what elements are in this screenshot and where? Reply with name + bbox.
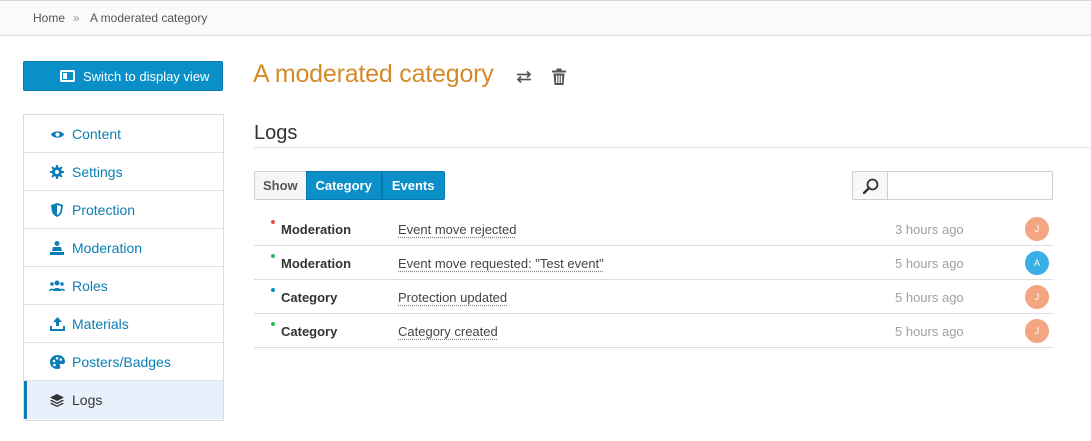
log-filter-bar: Show Category Events [254,171,445,200]
status-dot [271,322,275,326]
log-type: Moderation [281,256,352,271]
users-icon [49,279,65,293]
table-row[interactable]: Category Category created 5 hours ago J [254,314,1053,348]
sidebar-item-label: Roles [72,278,108,294]
log-type: Category [281,324,338,339]
breadcrumb-current: A moderated category [90,11,208,25]
section-divider [254,147,1091,148]
table-row[interactable]: Category Protection updated 5 hours ago … [254,280,1053,314]
moderator-icon [49,241,65,255]
sidebar-item-label: Settings [72,164,123,180]
shield-icon [49,203,65,217]
avatar[interactable]: J [1025,319,1049,343]
sidebar-item-label: Protection [72,202,136,218]
sidebar-item-roles[interactable]: Roles [24,267,223,305]
sidebar-item-content[interactable]: Content [24,115,223,153]
avatar[interactable]: J [1025,285,1049,309]
page-title: A moderated category [253,60,494,88]
gear-icon [49,165,65,179]
trash-icon[interactable] [550,68,568,86]
eye-icon [49,127,65,141]
status-dot [271,288,275,292]
breadcrumb: Home » A moderated category [0,1,1091,36]
log-timestamp: 5 hours ago [895,290,964,305]
switch-button-label: Switch to display view [83,69,210,84]
sidebar-item-label: Posters/Badges [72,354,171,370]
sidebar-item-label: Logs [72,392,103,408]
table-row[interactable]: Moderation Event move rejected 3 hours a… [254,212,1053,246]
log-search-input[interactable] [887,171,1053,200]
status-dot [271,254,275,258]
log-type: Category [281,290,338,305]
search-button[interactable] [852,171,887,200]
upload-icon [49,317,65,331]
log-timestamp: 5 hours ago [895,324,964,339]
sidebar-item-materials[interactable]: Materials [24,305,223,343]
logs-section-title: Logs [254,122,298,144]
log-description[interactable]: Protection updated [398,290,507,305]
sidebar-item-label: Materials [72,316,129,332]
breadcrumb-separator: » [73,11,80,25]
sidebar-item-label: Moderation [72,240,143,256]
filter-show-label: Show [254,171,306,200]
table-row[interactable]: Moderation Event move requested: "Test e… [254,246,1053,280]
sidebar-item-label: Content [72,126,122,142]
avatar[interactable]: A [1025,251,1049,275]
log-type: Moderation [281,222,352,237]
filter-category-toggle[interactable]: Category [305,171,382,200]
sidebar-item-protection[interactable]: Protection [24,191,223,229]
palette-icon [49,355,65,369]
avatar[interactable]: J [1025,217,1049,241]
stack-icon [49,393,65,407]
sidebar-item-posters-badges[interactable]: Posters/Badges [24,343,223,381]
status-dot [271,220,275,224]
display-view-icon [60,70,75,82]
sidebar-item-settings[interactable]: Settings [24,153,223,191]
log-description[interactable]: Event move rejected [398,222,517,237]
sidebar-item-moderation[interactable]: Moderation [24,229,223,267]
switch-to-display-view-button[interactable]: Switch to display view [23,61,223,91]
sidebar-menu: Content Settings Protection Moderation R… [23,114,224,421]
log-timestamp: 5 hours ago [895,256,964,271]
log-description[interactable]: Event move requested: "Test event" [398,256,604,271]
switch-arrows-icon[interactable] [515,68,533,86]
filter-events-toggle[interactable]: Events [381,171,445,200]
log-timestamp: 3 hours ago [895,222,964,237]
log-description[interactable]: Category created [398,324,498,339]
breadcrumb-home-link[interactable]: Home [33,11,65,25]
search-icon [863,178,879,194]
sidebar-item-logs[interactable]: Logs [24,381,223,419]
